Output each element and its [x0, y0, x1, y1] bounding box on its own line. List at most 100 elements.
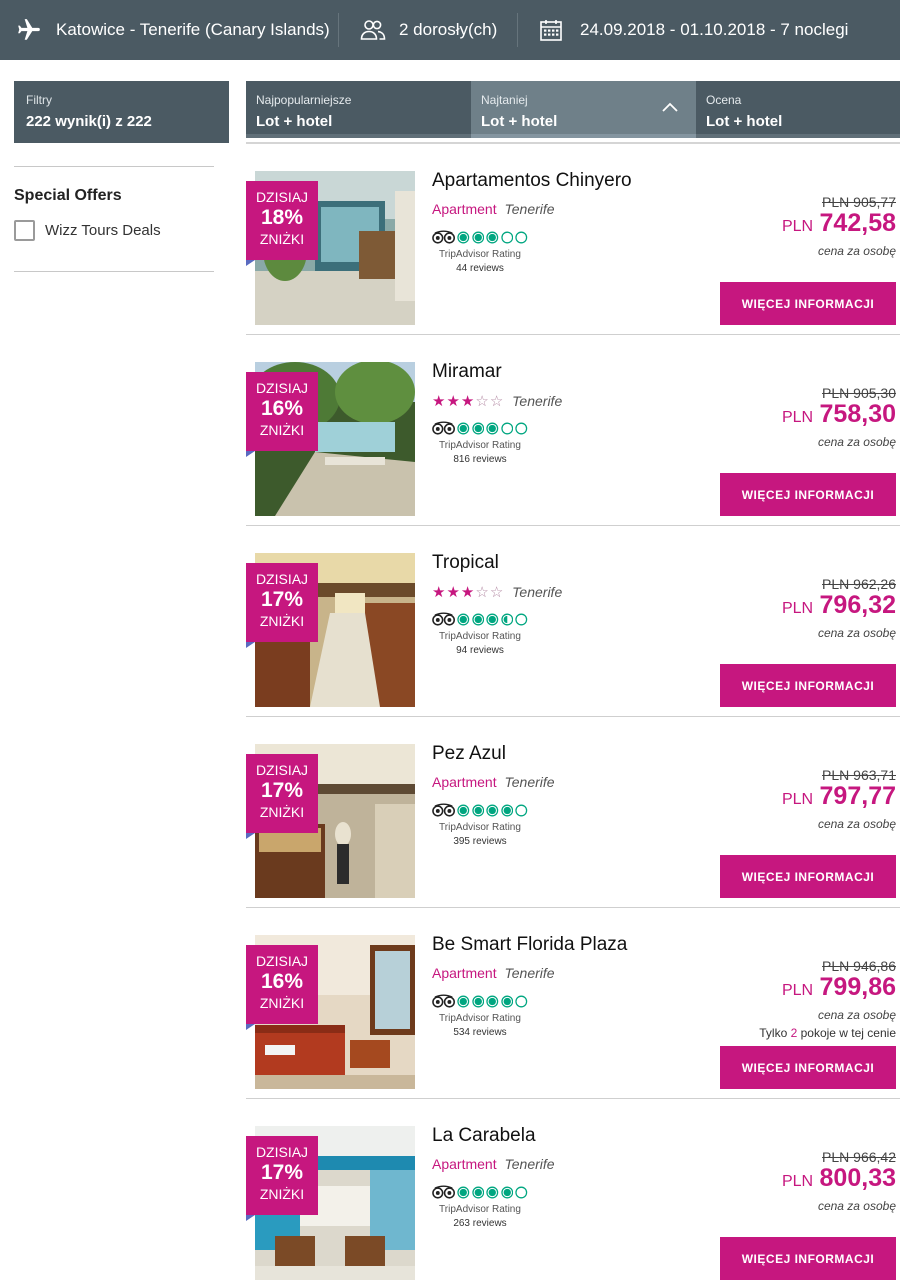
- badge-fold: [246, 260, 255, 266]
- rating-bubble-full-icon: [486, 1186, 499, 1198]
- tab-rating[interactable]: Ocena Lot + hotel: [696, 81, 900, 138]
- hotel-location: Tenerife: [512, 584, 563, 600]
- rating-bubble-full-icon: [472, 231, 484, 243]
- ta-bubbles: [432, 610, 528, 628]
- ta-reviews: 94 reviews: [456, 645, 504, 656]
- hotel-type: Apartment: [432, 774, 497, 790]
- hotel-card: DZISIAJ 17% ZNIŻKI La Carabela Apartment…: [246, 1099, 900, 1288]
- hotel-type: Apartment: [432, 965, 497, 981]
- discount-badge: DZISIAJ 17% ZNIŻKI: [246, 1136, 318, 1215]
- hotel-name[interactable]: Miramar: [432, 361, 502, 383]
- tab-big-label: Lot + hotel: [706, 113, 783, 130]
- calendar-icon: [538, 18, 564, 42]
- more-info-button[interactable]: WIĘCEJ INFORMACJI: [720, 282, 896, 325]
- ta-reviews: 395 reviews: [453, 836, 507, 847]
- tab-big-label: Lot + hotel: [481, 113, 558, 130]
- checkbox-label: Wizz Tours Deals: [45, 222, 161, 239]
- rating-bubble-empty-icon: [515, 422, 528, 434]
- rating-bubble-empty-icon: [515, 995, 528, 1007]
- star-empty-icon: ☆: [475, 584, 490, 601]
- rating-bubble-full-icon: [501, 804, 514, 816]
- wizz-tours-deals-checkbox[interactable]: Wizz Tours Deals: [14, 220, 161, 241]
- tab-most-popular[interactable]: Najpopularniejsze Lot + hotel: [246, 81, 471, 138]
- rating-bubble-full-icon: [457, 231, 470, 243]
- badge-fold: [246, 642, 255, 648]
- more-info-button[interactable]: WIĘCEJ INFORMACJI: [720, 1046, 896, 1089]
- discount-badge: DZISIAJ 17% ZNIŻKI: [246, 563, 318, 642]
- old-price: PLN 905,77: [822, 194, 896, 210]
- tripadvisor-owl-icon: [432, 994, 455, 1008]
- rating-bubble-empty-icon: [515, 231, 528, 243]
- hotel-name[interactable]: Tropical: [432, 552, 499, 574]
- currency: PLN: [781, 218, 814, 235]
- route-text: Katowice - Tenerife (Canary Islands): [56, 20, 330, 39]
- price-amount: 758,30: [819, 400, 896, 428]
- new-price: PLN 799,86: [782, 973, 896, 1002]
- filters-label: Filtry: [26, 93, 52, 107]
- dates-text: 24.09.2018 - 01.10.2018 - 7 noclegi: [580, 20, 849, 39]
- ta-bubbles: [432, 419, 528, 437]
- hotel-card: DZISIAJ 17% ZNIŻKI Pez Azul Apartment Te…: [246, 717, 900, 908]
- tripadvisor-rating[interactable]: TripAdvisor Rating 816 reviews: [432, 419, 528, 465]
- star-filled-icon: ★: [460, 393, 476, 410]
- rooms-note-after: pokoje w tej cenie: [797, 1026, 896, 1040]
- route-summary[interactable]: Katowice - Tenerife (Canary Islands): [0, 0, 338, 60]
- badge-percent: 17%: [260, 1161, 304, 1184]
- more-info-button[interactable]: WIĘCEJ INFORMACJI: [720, 855, 896, 898]
- hotel-category: ★★★☆☆ Tenerife: [432, 583, 562, 601]
- rating-bubble-full-icon: [486, 231, 499, 243]
- filters-panel[interactable]: Filtry 222 wynik(i) z 222: [14, 81, 229, 143]
- tab-small-label: Najpopularniejsze: [256, 93, 352, 107]
- currency: PLN: [781, 1173, 814, 1190]
- price-amount: 797,77: [819, 782, 896, 810]
- ta-label: TripAdvisor Rating: [439, 631, 521, 642]
- tripadvisor-rating[interactable]: TripAdvisor Rating 94 reviews: [432, 610, 528, 656]
- discount-badge: DZISIAJ 18% ZNIŻKI: [246, 181, 318, 260]
- ta-bubbles: [432, 992, 528, 1010]
- tab-cheapest[interactable]: Najtaniej Lot + hotel: [471, 81, 696, 138]
- hotel-name[interactable]: Apartamentos Chinyero: [432, 170, 632, 192]
- hotel-location: Tenerife: [504, 774, 555, 790]
- discount-badge: DZISIAJ 16% ZNIŻKI: [246, 945, 318, 1024]
- rating-bubble-full-icon: [472, 804, 484, 816]
- rating-bubble-full-icon: [457, 995, 470, 1007]
- more-info-button[interactable]: WIĘCEJ INFORMACJI: [720, 473, 896, 516]
- tripadvisor-rating[interactable]: TripAdvisor Rating 44 reviews: [432, 228, 528, 274]
- dates-summary[interactable]: 24.09.2018 - 01.10.2018 - 7 noclegi: [518, 0, 848, 60]
- badge-percent: 16%: [260, 970, 304, 993]
- checkbox-box[interactable]: [14, 220, 35, 241]
- tripadvisor-rating[interactable]: TripAdvisor Rating 395 reviews: [432, 801, 528, 847]
- tripadvisor-rating[interactable]: TripAdvisor Rating 534 reviews: [432, 992, 528, 1038]
- new-price: PLN 796,32: [782, 591, 896, 620]
- rating-bubble-full-icon: [472, 1186, 484, 1198]
- per-person-note: cena za osobę: [817, 244, 896, 258]
- more-info-button[interactable]: WIĘCEJ INFORMACJI: [720, 664, 896, 707]
- currency: PLN: [781, 409, 814, 426]
- star-filled-icon: ★: [446, 584, 461, 601]
- more-info-button[interactable]: WIĘCEJ INFORMACJI: [720, 1237, 896, 1280]
- badge-fold: [246, 451, 255, 457]
- hotel-list: DZISIAJ 18% ZNIŻKI Apartamentos Chinyero…: [246, 144, 900, 1288]
- ta-label: TripAdvisor Rating: [439, 1013, 521, 1024]
- hotel-name[interactable]: Pez Azul: [432, 743, 506, 765]
- tripadvisor-rating[interactable]: TripAdvisor Rating 263 reviews: [432, 1183, 528, 1229]
- badge-today: DZISIAJ: [255, 189, 309, 205]
- ta-label: TripAdvisor Rating: [439, 822, 521, 833]
- passengers-summary[interactable]: 2 dorosły(ch): [339, 0, 517, 60]
- ta-bubbles: [432, 1183, 528, 1201]
- old-price: PLN 966,42: [822, 1149, 896, 1165]
- old-price: PLN 905,30: [822, 385, 896, 401]
- badge-discount: ZNIŻKI: [259, 1186, 305, 1202]
- rating-bubble-full-icon: [486, 613, 499, 625]
- ta-bubbles: [432, 228, 528, 246]
- hotel-name[interactable]: La Carabela: [432, 1125, 536, 1147]
- ta-reviews: 816 reviews: [453, 454, 507, 465]
- badge-fold: [246, 833, 255, 839]
- badge-today: DZISIAJ: [255, 571, 309, 587]
- rating-bubble-full-icon: [501, 1186, 514, 1198]
- hotel-category: Apartment Tenerife: [432, 965, 555, 981]
- hotel-name[interactable]: Be Smart Florida Plaza: [432, 934, 627, 956]
- people-icon: [359, 19, 387, 41]
- per-person-note: cena za osobę: [817, 435, 896, 449]
- results-count: 222 wynik(i) z 222: [26, 113, 152, 130]
